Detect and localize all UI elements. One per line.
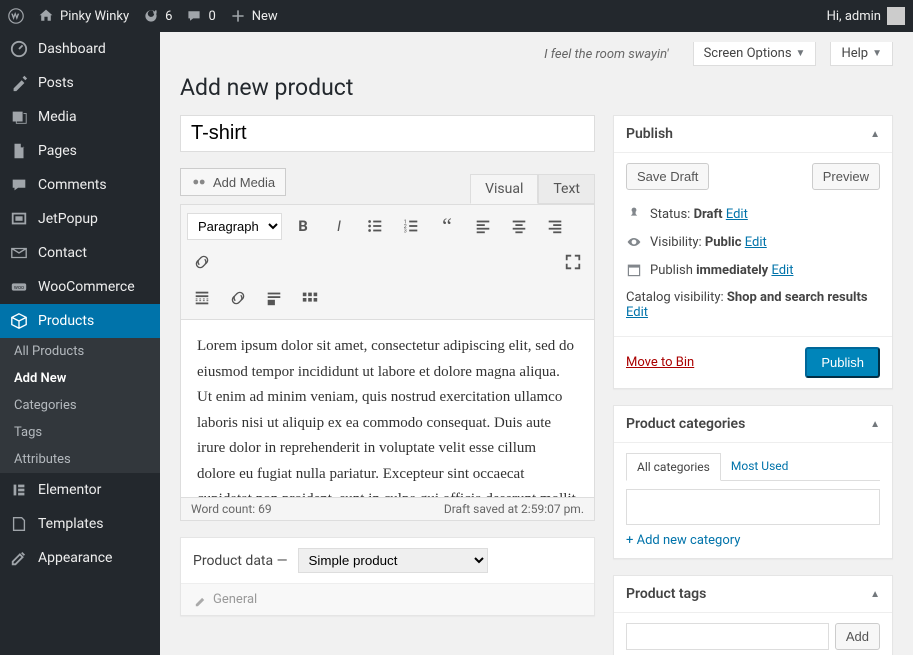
submenu-attributes[interactable]: Attributes <box>0 446 160 473</box>
site-link[interactable]: Pinky Winky <box>38 8 129 24</box>
editor-tab-visual[interactable]: Visual <box>470 174 538 204</box>
publish-box: Publish▲ Save Draft Preview Status: Draf… <box>613 115 893 389</box>
italic-button[interactable]: I <box>324 211 354 241</box>
menu-dashboard[interactable]: Dashboard <box>0 32 160 66</box>
wp-logo[interactable] <box>8 8 24 24</box>
blockquote-button[interactable]: “ <box>432 211 462 241</box>
admin-bar: Pinky Winky 6 0 New Hi, admin <box>0 0 913 32</box>
submenu-all-products[interactable]: All Products <box>0 338 160 365</box>
editor-content[interactable]: Lorem ipsum dolor sit amet, consectetur … <box>180 320 595 498</box>
link2-button[interactable] <box>223 283 253 313</box>
updates-link[interactable]: 6 <box>143 8 172 24</box>
categories-box-toggle[interactable]: Product categories▲ <box>614 406 892 443</box>
toolbar-toggle-button[interactable] <box>295 283 325 313</box>
menu-comments[interactable]: Comments <box>0 168 160 202</box>
link-button[interactable] <box>187 247 217 277</box>
align-right-button[interactable] <box>540 211 570 241</box>
comments-link[interactable]: 0 <box>186 8 215 24</box>
menu-templates[interactable]: Templates <box>0 507 160 541</box>
menu-posts[interactable]: Posts <box>0 66 160 100</box>
number-list-button[interactable]: 123 <box>396 211 426 241</box>
categories-tab-used[interactable]: Most Used <box>721 453 799 480</box>
tags-box-toggle[interactable]: Product tags▲ <box>614 576 892 613</box>
eye-icon <box>626 234 642 250</box>
page-title: Add new product <box>180 74 893 101</box>
product-title-input[interactable] <box>180 115 595 152</box>
edit-schedule-link[interactable]: Edit <box>771 263 793 278</box>
svg-text:3: 3 <box>404 228 407 234</box>
chevron-up-icon: ▲ <box>870 419 880 430</box>
product-type-select[interactable]: Simple product <box>298 548 488 573</box>
svg-text:woo: woo <box>14 285 24 291</box>
new-content-link[interactable]: New <box>230 8 278 24</box>
bullet-list-button[interactable] <box>360 211 390 241</box>
categories-list[interactable] <box>626 489 880 525</box>
chevron-up-icon: ▲ <box>870 129 880 140</box>
menu-contact[interactable]: Contact <box>0 236 160 270</box>
submenu-categories[interactable]: Categories <box>0 392 160 419</box>
menu-products[interactable]: Products <box>0 304 160 338</box>
editor-toolbar: Paragraph B I 123 “ <box>180 204 595 320</box>
avatar-icon <box>887 7 905 25</box>
categories-box: Product categories▲ All categories Most … <box>613 405 893 559</box>
main-content: I feel the room swayin' Screen Options ▼… <box>160 32 913 655</box>
submenu-tags[interactable]: Tags <box>0 419 160 446</box>
editor-tab-text[interactable]: Text <box>538 174 595 204</box>
menu-woocommerce[interactable]: wooWooCommerce <box>0 270 160 304</box>
chevron-up-icon: ▲ <box>870 589 880 600</box>
insert-button[interactable] <box>259 283 289 313</box>
tags-box: Product tags▲ Add <box>613 575 893 655</box>
add-category-link[interactable]: + Add new category <box>626 533 740 548</box>
edit-status-link[interactable]: Edit <box>726 207 748 222</box>
autosave-status: Draft saved at 2:59:07 pm. <box>444 502 584 516</box>
products-submenu: All Products Add New Categories Tags Att… <box>0 338 160 473</box>
calendar-icon <box>626 262 642 278</box>
add-tag-button[interactable]: Add <box>835 623 880 650</box>
move-to-trash-link[interactable]: Move to Bin <box>626 355 694 370</box>
menu-media[interactable]: Media <box>0 100 160 134</box>
add-media-button[interactable]: Add Media <box>180 168 286 196</box>
fullscreen-button[interactable] <box>558 247 588 277</box>
product-data-label: Product data — <box>193 553 288 569</box>
align-center-button[interactable] <box>504 211 534 241</box>
user-greeting[interactable]: Hi, admin <box>827 7 905 25</box>
preview-button[interactable]: Preview <box>812 163 880 190</box>
product-data-tab-general[interactable]: General <box>181 583 594 615</box>
menu-elementor[interactable]: Elementor <box>0 473 160 507</box>
edit-catalog-link[interactable]: Edit <box>626 305 648 320</box>
format-select[interactable]: Paragraph <box>187 213 282 240</box>
save-draft-button[interactable]: Save Draft <box>626 163 709 190</box>
pin-icon <box>626 206 642 222</box>
screen-options-tab[interactable]: Screen Options ▼ <box>693 42 817 66</box>
edit-visibility-link[interactable]: Edit <box>745 235 767 250</box>
readmore-button[interactable] <box>187 283 217 313</box>
word-count: Word count: 69 <box>191 502 272 516</box>
publish-button[interactable]: Publish <box>805 347 880 378</box>
submenu-add-new[interactable]: Add New <box>0 365 160 392</box>
publish-box-toggle[interactable]: Publish▲ <box>614 116 892 153</box>
menu-pages[interactable]: Pages <box>0 134 160 168</box>
tagline-text: I feel the room swayin' <box>544 47 669 62</box>
menu-appearance[interactable]: Appearance <box>0 541 160 575</box>
admin-menu: Dashboard Posts Media Pages Comments Jet… <box>0 32 160 655</box>
tag-input[interactable] <box>626 623 829 650</box>
help-tab[interactable]: Help ▼ <box>830 42 893 66</box>
bold-button[interactable]: B <box>288 211 318 241</box>
align-left-button[interactable] <box>468 211 498 241</box>
categories-tab-all[interactable]: All categories <box>626 453 721 481</box>
menu-jetpopup[interactable]: JetPopup <box>0 202 160 236</box>
